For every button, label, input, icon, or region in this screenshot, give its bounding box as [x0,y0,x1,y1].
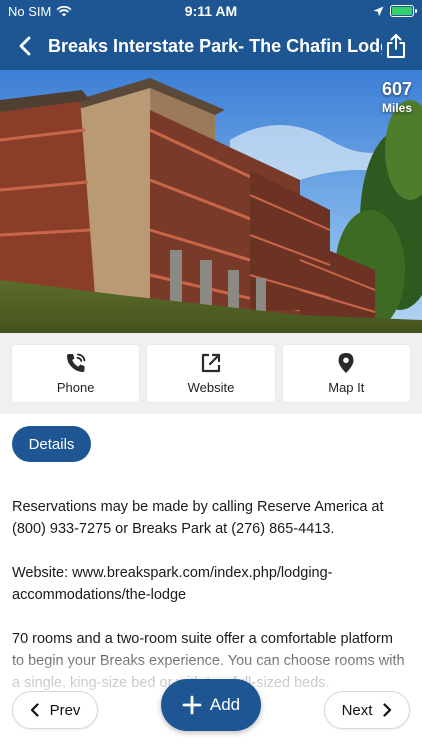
status-bar: No SIM 9:11 AM [0,0,422,22]
share-button[interactable] [382,32,410,60]
prev-label: Prev [49,701,81,719]
phone-icon [66,353,86,372]
battery-charging-icon [390,5,417,17]
add-label: Add [209,695,241,714]
external-link-icon [201,353,221,373]
distance-value: 607 [381,79,412,99]
location-arrow-icon [373,6,384,16]
details-button[interactable]: Details [12,426,91,462]
carrier-label: No SIM [8,3,52,19]
add-button[interactable]: Add [161,679,261,731]
wifi-icon [56,5,72,17]
lodge-photo-illustration [0,70,422,333]
page-title: Breaks Interstate Park- The Chafin Lodge [48,35,382,56]
lodge-photo: 607 Miles [0,70,422,333]
distance-badge: 607 Miles [382,80,412,115]
map-it-label: Map It [328,380,365,395]
website-label: Website [187,380,235,395]
back-button[interactable] [12,33,38,59]
prev-button[interactable]: Prev [12,691,98,729]
map-pin-icon [338,353,354,373]
chevron-left-icon [19,36,31,56]
phone-label: Phone [56,380,95,395]
plus-icon [182,695,202,715]
share-icon [387,34,405,58]
carrier-info: No SIM [8,4,72,19]
distance-unit: Miles [381,101,412,115]
action-bar: Phone Website Map It [0,333,422,414]
reservation-text: Reservations may be made by calling Rese… [12,499,384,537]
status-right [373,5,417,17]
app-header: No SIM 9:11 AM Breaks Interstate Park- T… [0,0,422,70]
website-button[interactable]: Website [147,345,275,402]
chevron-left-icon [30,703,39,717]
chevron-right-icon [383,703,392,717]
next-button[interactable]: Next [324,691,410,729]
website-text: Website: www.breakspark.com/index.php/lo… [12,565,333,603]
next-label: Next [341,701,373,719]
nav-bar: Breaks Interstate Park- The Chafin Lodge [0,22,422,70]
map-it-button[interactable]: Map It [282,345,410,402]
phone-button[interactable]: Phone [12,345,140,402]
